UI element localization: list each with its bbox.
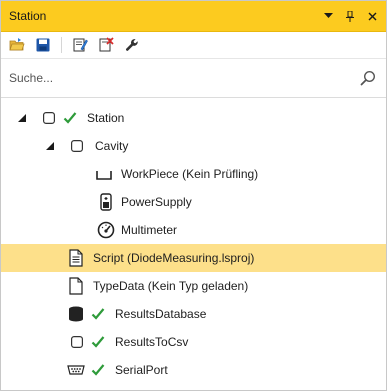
panel-title: Station bbox=[9, 9, 47, 23]
tree-item-label: WorkPiece (Kein Prüfling) bbox=[121, 167, 259, 181]
tree-item-label: TypeData (Kein Typ geladen) bbox=[93, 279, 249, 293]
tree-item-resultsdatabase[interactable]: ResultsDatabase bbox=[1, 300, 386, 328]
tree-item-serialport[interactable]: SerialPort bbox=[1, 356, 386, 384]
collapse-arrow-icon[interactable] bbox=[17, 113, 27, 123]
tree-item-label: Cavity bbox=[95, 139, 129, 153]
checkmark-icon bbox=[91, 364, 105, 376]
tree-item-script[interactable]: Script (DiodeMeasuring.lsproj) bbox=[1, 244, 386, 272]
tree-item-label: ResultsDatabase bbox=[115, 307, 207, 321]
tree-item-resultstocsv[interactable]: ResultsToCsv bbox=[1, 328, 386, 356]
station-panel: Station Suche... Station Cavity WorkPiec… bbox=[0, 0, 387, 391]
title-buttons bbox=[322, 10, 378, 22]
tree-item-label: ResultsToCsv bbox=[115, 335, 189, 349]
panel-title-bar: Station bbox=[1, 1, 386, 32]
checkmark-icon bbox=[91, 308, 105, 320]
open-folder-icon[interactable] bbox=[7, 35, 27, 55]
tree-item-multimeter[interactable]: Multimeter bbox=[1, 216, 386, 244]
tree-item-label: SerialPort bbox=[115, 363, 168, 377]
workpiece-icon bbox=[96, 171, 112, 180]
database-icon bbox=[69, 306, 83, 322]
checkbox-icon[interactable] bbox=[71, 140, 83, 152]
dropdown-arrow-icon[interactable] bbox=[322, 10, 334, 22]
tree-item-workpiece[interactable]: WorkPiece (Kein Prüfling) bbox=[1, 160, 386, 188]
search-input[interactable] bbox=[9, 71, 309, 85]
edit-document-icon[interactable] bbox=[70, 35, 90, 55]
tree-item-label: Script (DiodeMeasuring.lsproj) bbox=[93, 251, 255, 265]
save-icon[interactable] bbox=[33, 35, 53, 55]
toolbar bbox=[1, 32, 386, 59]
close-icon[interactable] bbox=[366, 10, 378, 22]
checkbox-icon[interactable] bbox=[71, 336, 83, 348]
tree-item-label: Station bbox=[87, 111, 125, 125]
serial-port-icon bbox=[67, 365, 85, 375]
checkbox-icon[interactable] bbox=[43, 112, 55, 124]
checkmark-icon bbox=[63, 112, 77, 124]
tree-item-label: Multimeter bbox=[121, 223, 178, 237]
tree-item-typedata[interactable]: TypeData (Kein Typ geladen) bbox=[1, 272, 386, 300]
power-supply-icon bbox=[100, 193, 112, 211]
tree-item-label: PowerSupply bbox=[121, 195, 192, 209]
tree-item-powersupply[interactable]: PowerSupply bbox=[1, 188, 386, 216]
search-icon[interactable] bbox=[360, 70, 376, 86]
delete-document-icon[interactable] bbox=[96, 35, 116, 55]
document-icon bbox=[69, 277, 83, 295]
tree-item-cavity[interactable]: Cavity bbox=[1, 132, 386, 160]
toolbar-separator bbox=[61, 37, 62, 53]
pin-icon[interactable] bbox=[344, 10, 356, 22]
checkmark-icon bbox=[91, 336, 105, 348]
tree-item-station[interactable]: Station bbox=[1, 104, 386, 132]
collapse-arrow-icon[interactable] bbox=[45, 141, 55, 151]
script-document-icon bbox=[69, 249, 83, 267]
multimeter-gauge-icon bbox=[97, 221, 115, 239]
station-tree: Station Cavity WorkPiece (Kein Prüfling) bbox=[1, 98, 386, 384]
search-bar bbox=[1, 59, 386, 98]
wrench-icon[interactable] bbox=[122, 35, 142, 55]
